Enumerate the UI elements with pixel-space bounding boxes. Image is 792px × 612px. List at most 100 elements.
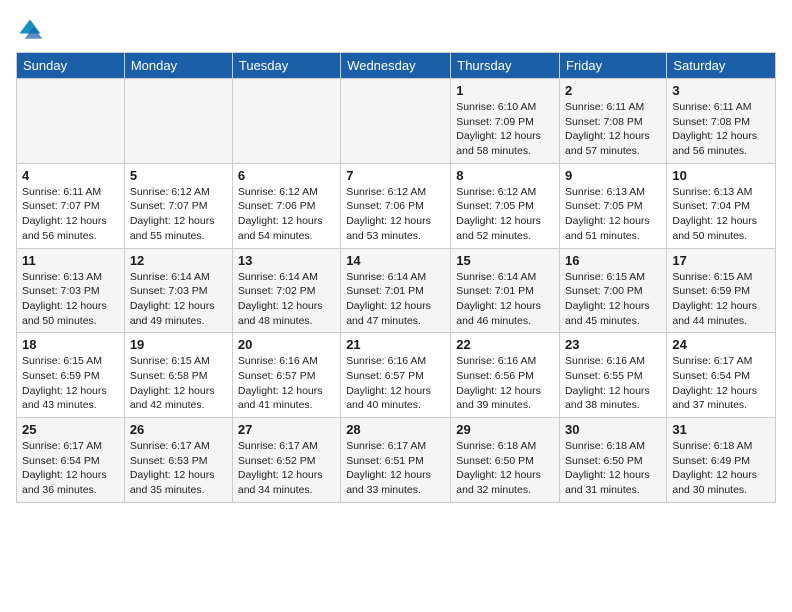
cell-info: Daylight: 12 hours: [130, 214, 227, 229]
calendar-cell: 18Sunrise: 6:15 AMSunset: 6:59 PMDayligh…: [17, 333, 125, 418]
day-number: 18: [22, 337, 119, 352]
cell-info: Daylight: 12 hours: [456, 299, 554, 314]
calendar-cell: 8Sunrise: 6:12 AMSunset: 7:05 PMDaylight…: [451, 163, 560, 248]
calendar-cell: 24Sunrise: 6:17 AMSunset: 6:54 PMDayligh…: [667, 333, 776, 418]
day-number: 13: [238, 253, 335, 268]
cell-info: Sunrise: 6:15 AM: [130, 354, 227, 369]
cell-info: Daylight: 12 hours: [22, 384, 119, 399]
cell-info: Sunrise: 6:11 AM: [672, 100, 770, 115]
calendar-week-row: 1 Sunrise: 6:10 AMSunset: 7:09 PM Daylight…: [17, 79, 776, 164]
cell-info: and 37 minutes.: [672, 398, 770, 413]
cell-info: Sunrise: 6:10 AM: [456, 100, 554, 115]
cell-info: and 38 minutes.: [565, 398, 661, 413]
cell-info: and 56 minutes.: [22, 229, 119, 244]
cell-info: and 50 minutes.: [22, 314, 119, 329]
cell-info: Sunrise: 6:16 AM: [346, 354, 445, 369]
cell-info: and 43 minutes.: [22, 398, 119, 413]
day-number: 5: [130, 168, 227, 183]
calendar-cell: 2Sunrise: 6:11 AMSunset: 7:08 PMDaylight…: [560, 79, 667, 164]
cell-info: Sunset: 6:54 PM: [672, 369, 770, 384]
cell-info: Sunrise: 6:17 AM: [130, 439, 227, 454]
cell-info: Sunrise: 6:18 AM: [565, 439, 661, 454]
cell-info: Sunset: 7:02 PM: [238, 284, 335, 299]
cell-info: Daylight: 12 hours: [130, 299, 227, 314]
cell-info: and 36 minutes.: [22, 483, 119, 498]
cell-info: Daylight: 12 hours: [22, 468, 119, 483]
calendar-cell: 11Sunrise: 6:13 AMSunset: 7:03 PMDayligh…: [17, 248, 125, 333]
cell-info: and 56 minutes.: [672, 144, 770, 159]
day-header-monday: Monday: [124, 53, 232, 79]
cell-info: Sunset: 6:56 PM: [456, 369, 554, 384]
cell-info: Sunset: 7:09 PM: [456, 115, 554, 130]
cell-info: Daylight: 12 hours: [456, 214, 554, 229]
cell-info: Sunset: 6:59 PM: [22, 369, 119, 384]
calendar-cell: 27Sunrise: 6:17 AMSunset: 6:52 PMDayligh…: [232, 418, 340, 503]
day-number: 8: [456, 168, 554, 183]
cell-info: and 55 minutes.: [130, 229, 227, 244]
calendar-cell: 5Sunrise: 6:12 AMSunset: 7:07 PMDaylight…: [124, 163, 232, 248]
calendar-week-row: 25Sunrise: 6:17 AMSunset: 6:54 PMDayligh…: [17, 418, 776, 503]
calendar-cell: 15Sunrise: 6:14 AMSunset: 7:01 PMDayligh…: [451, 248, 560, 333]
cell-info: and 46 minutes.: [456, 314, 554, 329]
day-number: 12: [130, 253, 227, 268]
cell-info: Daylight: 12 hours: [565, 299, 661, 314]
cell-info: Daylight: 12 hours: [22, 214, 119, 229]
calendar-week-row: 18Sunrise: 6:15 AMSunset: 6:59 PMDayligh…: [17, 333, 776, 418]
cell-info: Sunrise: 6:11 AM: [565, 100, 661, 115]
cell-info: Sunrise: 6:14 AM: [346, 270, 445, 285]
cell-info: Sunset: 7:08 PM: [672, 115, 770, 130]
calendar-cell: 1Sunrise: 6:10 AMSunset: 7:09 PMDaylight…: [451, 79, 560, 164]
calendar-cell: 22Sunrise: 6:16 AMSunset: 6:56 PMDayligh…: [451, 333, 560, 418]
day-number: 10: [672, 168, 770, 183]
cell-info: and 30 minutes.: [672, 483, 770, 498]
calendar-cell: [232, 79, 340, 164]
cell-info: Sunset: 6:58 PM: [130, 369, 227, 384]
cell-info: and 47 minutes.: [346, 314, 445, 329]
day-number: 26: [130, 422, 227, 437]
cell-info: Daylight: 12 hours: [456, 468, 554, 483]
cell-info: Sunrise: 6:12 AM: [238, 185, 335, 200]
cell-info: Sunrise: 6:13 AM: [22, 270, 119, 285]
cell-info: Daylight: 12 hours: [672, 129, 770, 144]
cell-info: Sunrise: 6:11 AM: [22, 185, 119, 200]
cell-info: Sunset: 6:51 PM: [346, 454, 445, 469]
cell-info: Daylight: 12 hours: [565, 129, 661, 144]
calendar-cell: 28Sunrise: 6:17 AMSunset: 6:51 PMDayligh…: [341, 418, 451, 503]
calendar-cell: 31Sunrise: 6:18 AMSunset: 6:49 PMDayligh…: [667, 418, 776, 503]
day-number: 4: [22, 168, 119, 183]
cell-info: Sunset: 6:49 PM: [672, 454, 770, 469]
cell-info: and 54 minutes.: [238, 229, 335, 244]
cell-info: Sunrise: 6:14 AM: [456, 270, 554, 285]
cell-info: and 44 minutes.: [672, 314, 770, 329]
day-number: 1: [456, 83, 554, 98]
cell-info: Daylight: 12 hours: [346, 299, 445, 314]
cell-info: Daylight: 12 hours: [238, 299, 335, 314]
cell-info: Sunset: 7:05 PM: [565, 199, 661, 214]
cell-info: and 57 minutes.: [565, 144, 661, 159]
calendar-cell: 3Sunrise: 6:11 AMSunset: 7:08 PMDaylight…: [667, 79, 776, 164]
cell-info: Daylight: 12 hours: [238, 384, 335, 399]
cell-info: Daylight: 12 hours: [130, 468, 227, 483]
calendar-cell: 26Sunrise: 6:17 AMSunset: 6:53 PMDayligh…: [124, 418, 232, 503]
cell-info: Sunset: 7:03 PM: [130, 284, 227, 299]
cell-info: Sunrise: 6:15 AM: [565, 270, 661, 285]
calendar-cell: 4Sunrise: 6:11 AMSunset: 7:07 PMDaylight…: [17, 163, 125, 248]
cell-info: Sunset: 7:04 PM: [672, 199, 770, 214]
cell-info: Sunset: 6:57 PM: [346, 369, 445, 384]
cell-info: Sunset: 7:06 PM: [346, 199, 445, 214]
day-header-saturday: Saturday: [667, 53, 776, 79]
cell-info: Daylight: 12 hours: [238, 214, 335, 229]
day-header-tuesday: Tuesday: [232, 53, 340, 79]
cell-info: Daylight: 12 hours: [22, 299, 119, 314]
cell-info: Daylight: 12 hours: [456, 384, 554, 399]
day-number: 6: [238, 168, 335, 183]
cell-info: and 39 minutes.: [456, 398, 554, 413]
day-number: 27: [238, 422, 335, 437]
day-number: 14: [346, 253, 445, 268]
cell-info: Sunrise: 6:12 AM: [346, 185, 445, 200]
cell-info: Sunrise: 6:18 AM: [456, 439, 554, 454]
calendar-table: SundayMondayTuesdayWednesdayThursdayFrid…: [16, 52, 776, 503]
cell-info: Sunrise: 6:15 AM: [672, 270, 770, 285]
cell-info: Sunrise: 6:16 AM: [456, 354, 554, 369]
cell-info: and 41 minutes.: [238, 398, 335, 413]
